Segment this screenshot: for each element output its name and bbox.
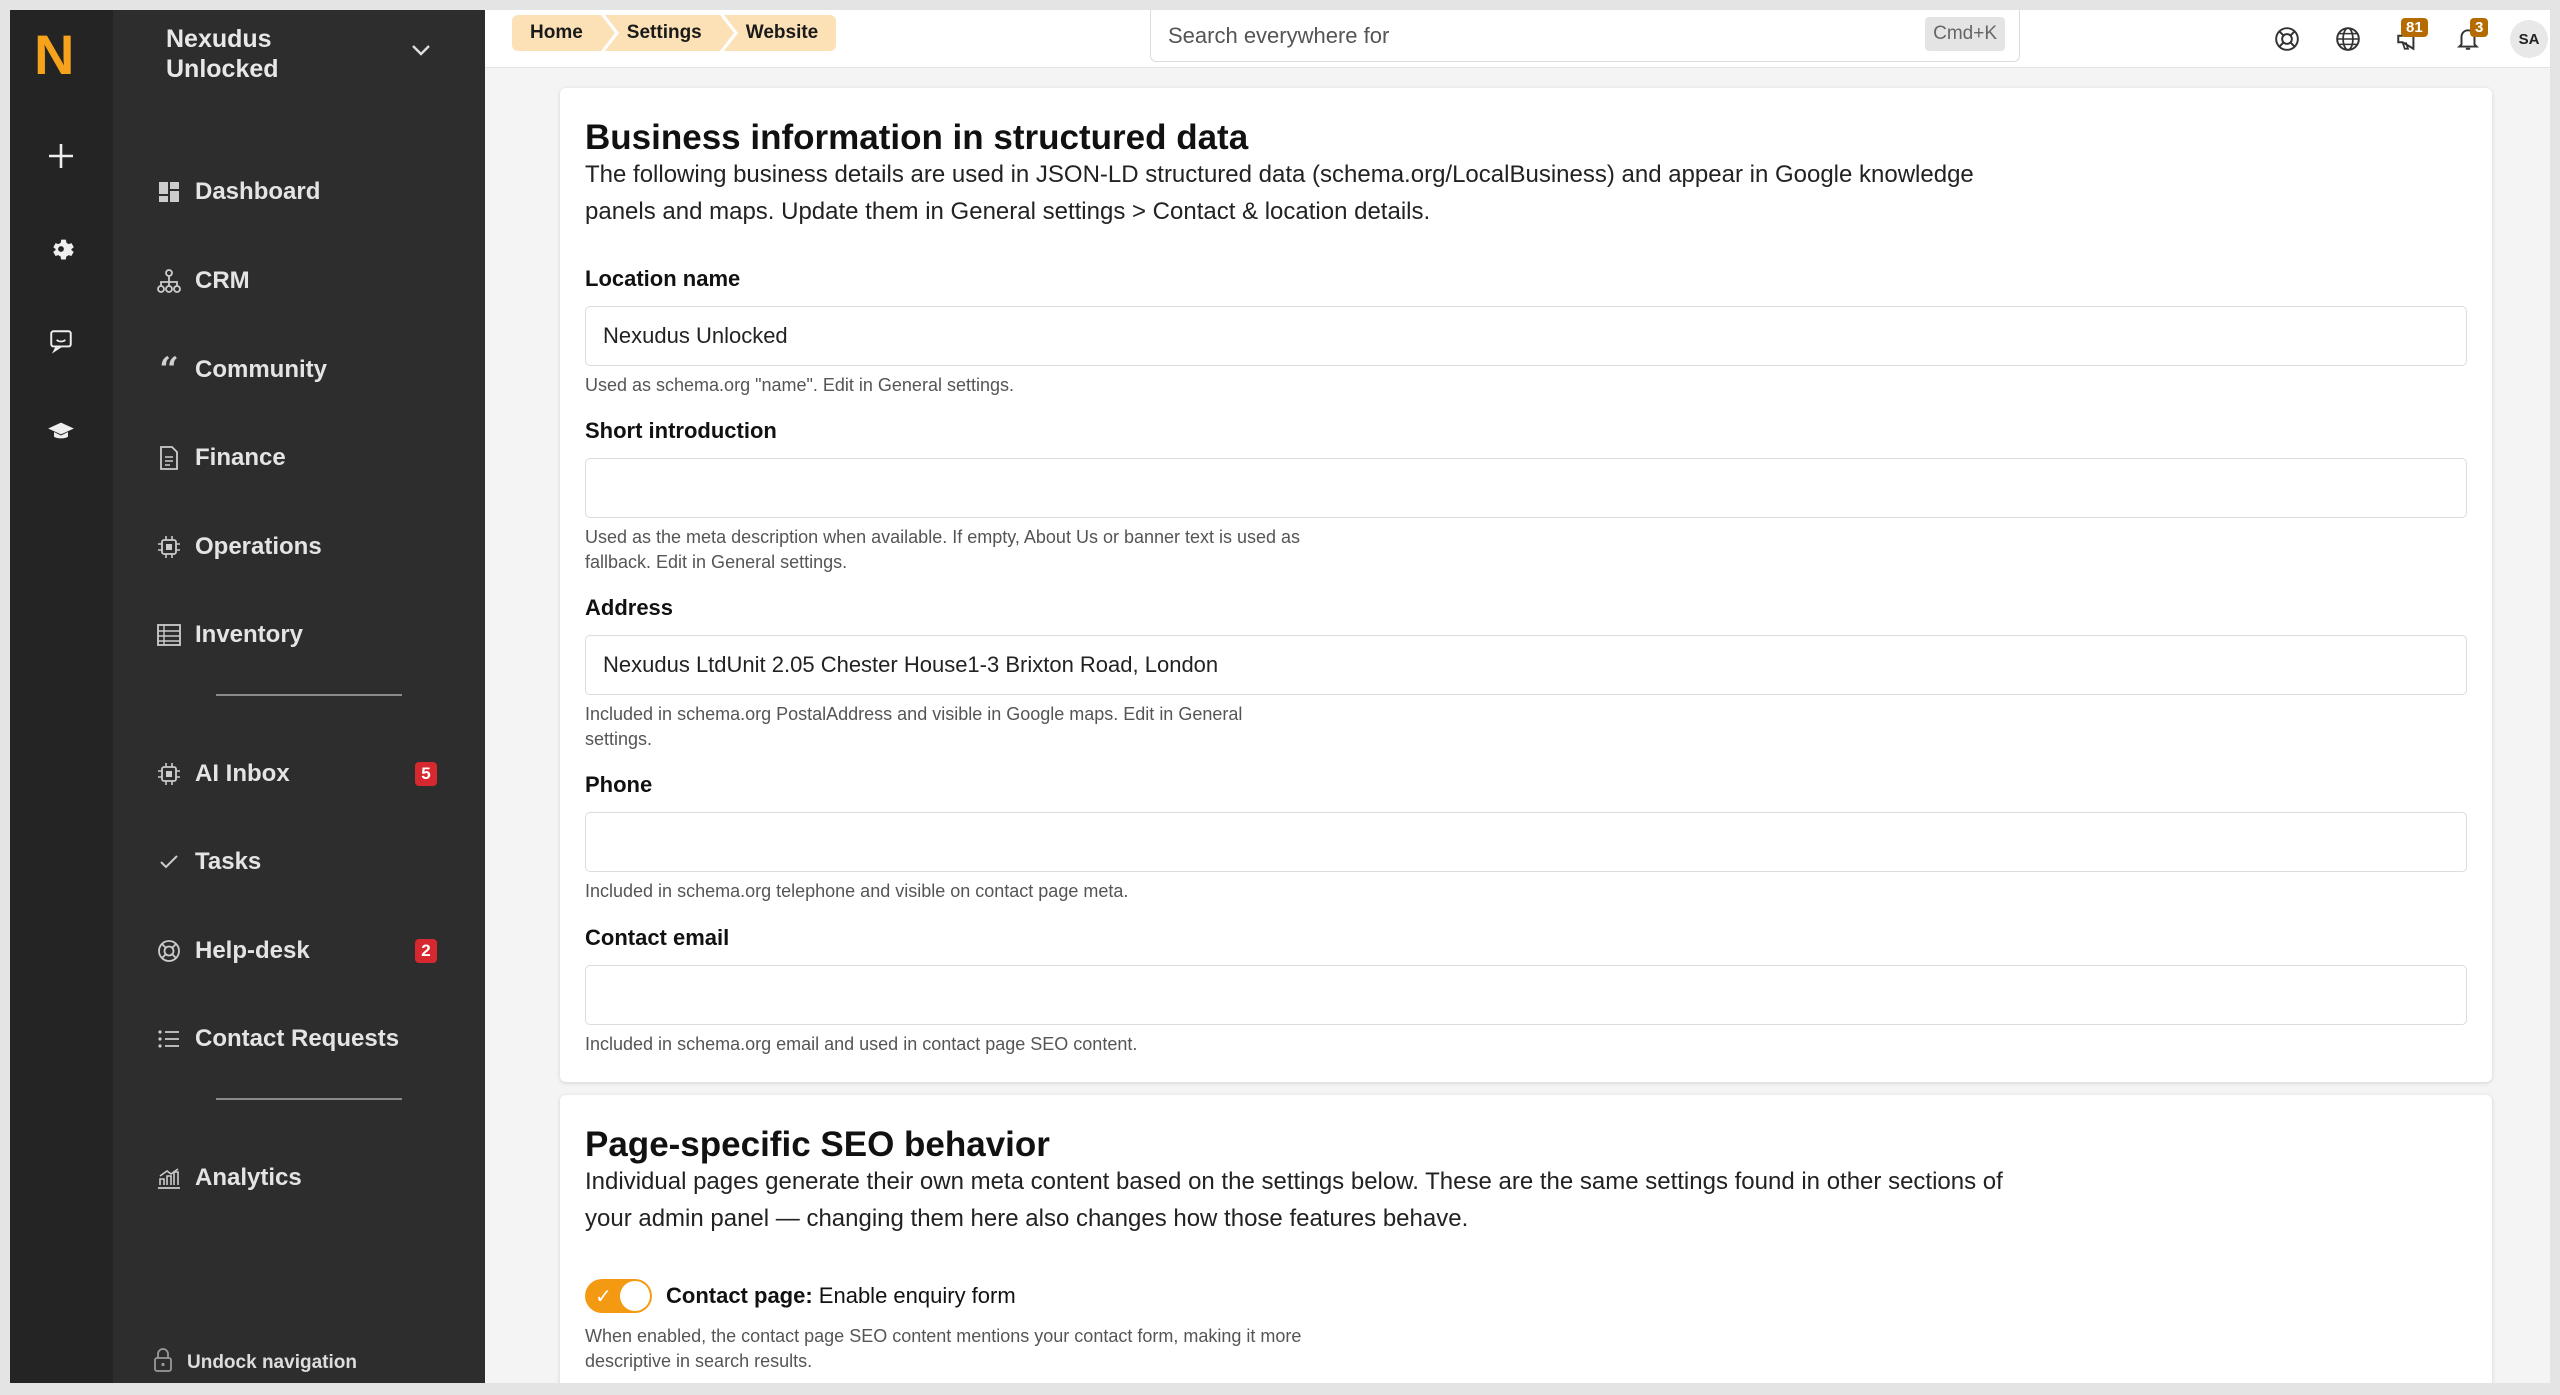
sidebar-item-label: Finance: [195, 444, 286, 471]
chip-icon: [155, 533, 183, 561]
sidebar-item-dashboard[interactable]: Dashboard: [113, 162, 485, 222]
sidebar-item-crm[interactable]: CRM: [113, 251, 485, 311]
sidebar-item-label: Help-desk: [195, 937, 310, 964]
field-label: Address: [585, 595, 674, 620]
notifications-badge: 3: [2470, 18, 2489, 37]
toggle-label-bold: Contact page:: [666, 1283, 813, 1308]
org-chart-icon: [155, 267, 183, 295]
field-label: Location name: [585, 266, 741, 291]
check-icon: ✓: [595, 1286, 612, 1308]
section-intro: The following business details are used …: [585, 161, 1974, 225]
field-help: Used as schema.org "name". Edit in Gener…: [585, 375, 1014, 395]
avatar[interactable]: SA: [2510, 20, 2548, 58]
sidebar-item-analytics[interactable]: Analytics: [113, 1148, 485, 1208]
lifebuoy-icon: [155, 937, 183, 965]
business-info-card: Business information in structured data …: [560, 88, 2492, 1082]
list-icon: [155, 1025, 183, 1053]
quote-icon: “: [159, 350, 179, 390]
undock-navigation-label: Undock navigation: [187, 1352, 357, 1373]
undock-navigation-button[interactable]: Undock navigation: [153, 1348, 357, 1378]
seo-behavior-card: Page-specific SEO behavior Individual pa…: [560, 1095, 2492, 1383]
app-window: N Nexudus Unlocked Dashboard CRM “ Commu…: [10, 10, 2550, 1383]
address-field[interactable]: Nexudus LtdUnit 2.05 Chester House1-3 Br…: [585, 635, 2467, 695]
count-badge: 5: [415, 762, 437, 786]
sidebar-divider: [216, 694, 402, 696]
sidebar-item-label: AI Inbox: [195, 760, 290, 787]
location-name-field[interactable]: Nexudus Unlocked: [585, 306, 2467, 366]
globe-icon[interactable]: [2333, 24, 2363, 54]
top-bar: Home Settings Website Search everywhere …: [485, 10, 2550, 68]
sidebar-item-finance[interactable]: Finance: [113, 428, 485, 488]
lock-icon: [153, 1348, 173, 1378]
sidebar-divider: [216, 1098, 402, 1100]
search-placeholder: Search everywhere for: [1168, 22, 1390, 48]
sidebar-item-label: Operations: [195, 533, 322, 560]
sidebar-item-ai-inbox[interactable]: AI Inbox 5: [113, 744, 485, 804]
field-label: Contact email: [585, 925, 730, 950]
sidebar-item-label: Inventory: [195, 621, 304, 648]
icon-rail: N: [10, 10, 113, 1383]
chip-icon: [155, 760, 183, 788]
org-name[interactable]: Nexudus Unlocked: [166, 24, 386, 84]
search-shortcut-hint: Cmd+K: [1925, 17, 2005, 51]
global-search-input[interactable]: Search everywhere for Cmd+K: [1150, 10, 2020, 62]
breadcrumb-item-website[interactable]: Website: [723, 15, 837, 51]
sidebar-item-operations[interactable]: Operations: [113, 517, 485, 577]
breadcrumb-item-home[interactable]: Home: [512, 15, 619, 51]
plus-icon[interactable]: [43, 138, 79, 174]
document-icon: [155, 444, 183, 472]
chat-icon[interactable]: [43, 323, 79, 359]
check-icon: [155, 848, 183, 876]
section-title: Page-specific SEO behavior: [585, 1125, 1050, 1164]
sidebar-item-tasks[interactable]: Tasks: [113, 832, 485, 892]
dashboard-icon: [155, 178, 183, 206]
graduation-cap-icon[interactable]: [43, 414, 79, 450]
toggle-knob: [620, 1281, 650, 1311]
breadcrumb-item-settings[interactable]: Settings: [604, 15, 738, 51]
field-label: Short introduction: [585, 418, 777, 443]
field-help: Included in schema.org telephone and vis…: [585, 881, 1129, 901]
lifebuoy-icon[interactable]: [2272, 24, 2302, 54]
field-help: Used as the meta description when availa…: [585, 527, 1301, 572]
breadcrumb: Home Settings Website: [512, 15, 840, 51]
chart-icon: [155, 1164, 183, 1192]
toggle-label-text: Enable enquiry form: [812, 1283, 1016, 1308]
sidebar-item-inventory[interactable]: Inventory: [113, 605, 485, 665]
sidebar-item-label: Analytics: [195, 1164, 302, 1191]
contact-email-field[interactable]: [585, 965, 2467, 1025]
sidebar-item-label: Community: [195, 356, 327, 383]
sidebar-item-label: Tasks: [195, 848, 262, 875]
announcements-badge: 81: [2401, 18, 2428, 37]
section-intro: Individual pages generate their own meta…: [585, 1168, 2003, 1232]
sidebar-item-label: Dashboard: [195, 178, 321, 205]
phone-field[interactable]: [585, 812, 2467, 872]
short-introduction-field[interactable]: [585, 458, 2467, 518]
contact-page-enquiry-toggle[interactable]: ✓: [585, 1279, 652, 1313]
sidebar: Nexudus Unlocked Dashboard CRM “ Communi…: [113, 10, 485, 1383]
sidebar-item-community[interactable]: “ Community: [113, 340, 485, 400]
sidebar-item-label: Contact Requests: [195, 1025, 400, 1052]
field-label: Phone: [585, 772, 653, 797]
field-help: When enabled, the contact page SEO conte…: [585, 1326, 1302, 1371]
section-title: Business information in structured data: [585, 118, 1249, 157]
table-icon: [155, 621, 183, 649]
megaphone-icon[interactable]: 81: [2393, 18, 2428, 54]
chevron-down-icon[interactable]: [410, 42, 432, 63]
sidebar-item-contact-requests[interactable]: Contact Requests: [113, 1009, 485, 1069]
sidebar-item-help-desk[interactable]: Help-desk 2: [113, 921, 485, 981]
count-badge: 2: [415, 939, 437, 963]
toggle-label: Contact page: Enable enquiry form: [666, 1283, 1016, 1309]
bell-icon[interactable]: 3: [2453, 18, 2489, 54]
gear-icon[interactable]: [43, 231, 79, 267]
sidebar-item-label: CRM: [195, 267, 250, 294]
field-help: Included in schema.org PostalAddress and…: [585, 704, 1243, 749]
field-help: Included in schema.org email and used in…: [585, 1034, 1138, 1054]
brand-logo[interactable]: N: [34, 20, 74, 90]
